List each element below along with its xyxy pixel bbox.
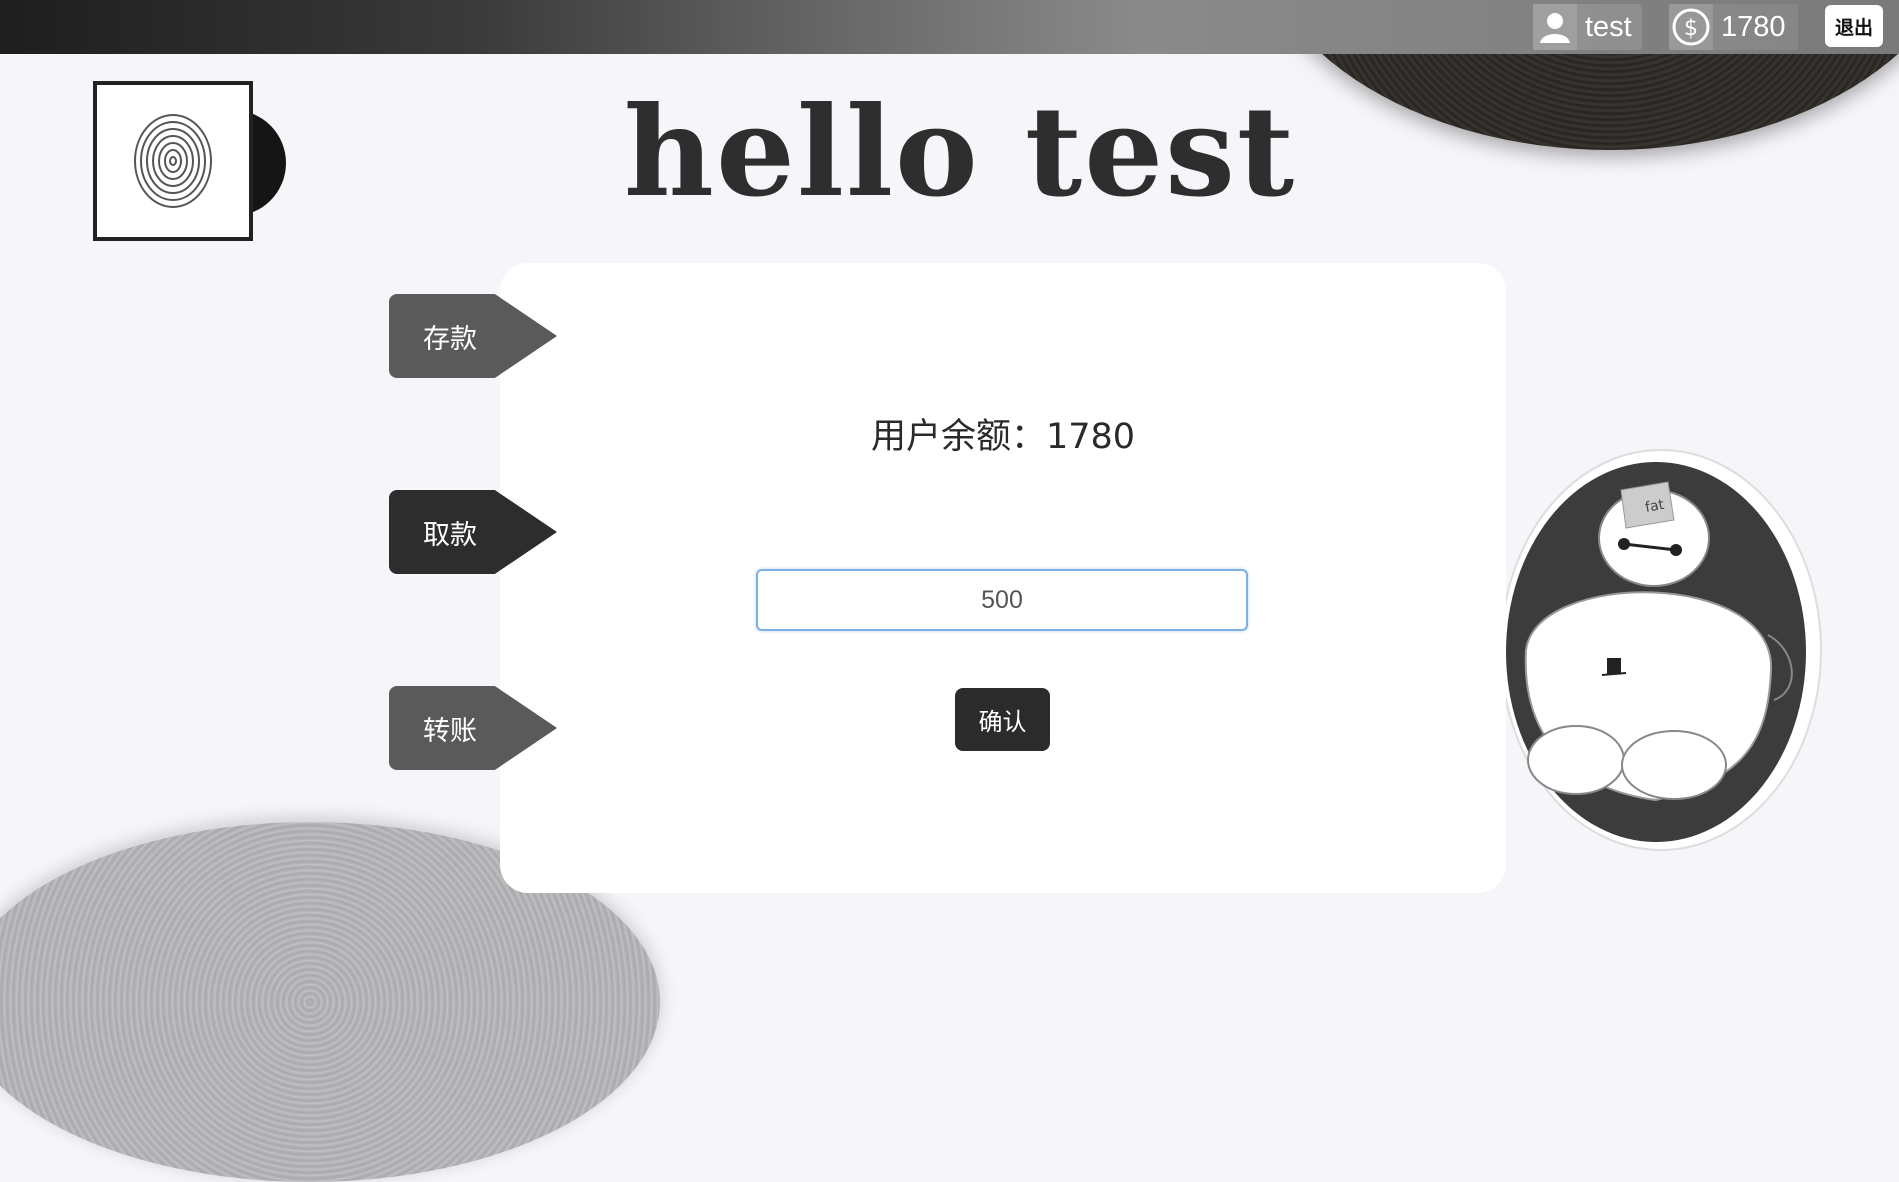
- user-chip: test: [1533, 4, 1642, 50]
- svg-text:$: $: [1684, 16, 1698, 41]
- fingerprint-icon: [134, 114, 212, 208]
- coin-balance-value: 1780: [1721, 10, 1786, 43]
- logout-button[interactable]: 退出: [1825, 5, 1883, 47]
- confirm-button[interactable]: 确认: [955, 688, 1050, 751]
- dollar-coin-icon: $: [1669, 4, 1713, 50]
- baymax-sticker: fat: [1506, 449, 1822, 851]
- withdraw-panel: 用户余额：1780 确认: [500, 263, 1506, 893]
- tab-withdraw-label: 取款: [423, 519, 477, 551]
- sticker-hat-text: fat: [1644, 497, 1666, 516]
- coin-balance-chip: $ 1780: [1669, 4, 1798, 50]
- amount-input[interactable]: [756, 569, 1248, 631]
- balance-text: 用户余额：1780: [870, 417, 1136, 457]
- tab-deposit-label: 存款: [423, 323, 477, 355]
- username-label: test: [1585, 10, 1632, 43]
- logo: [93, 81, 253, 241]
- tab-transfer-label: 转账: [423, 715, 477, 747]
- page-title: hello test: [623, 80, 1297, 225]
- user-icon: [1533, 4, 1577, 50]
